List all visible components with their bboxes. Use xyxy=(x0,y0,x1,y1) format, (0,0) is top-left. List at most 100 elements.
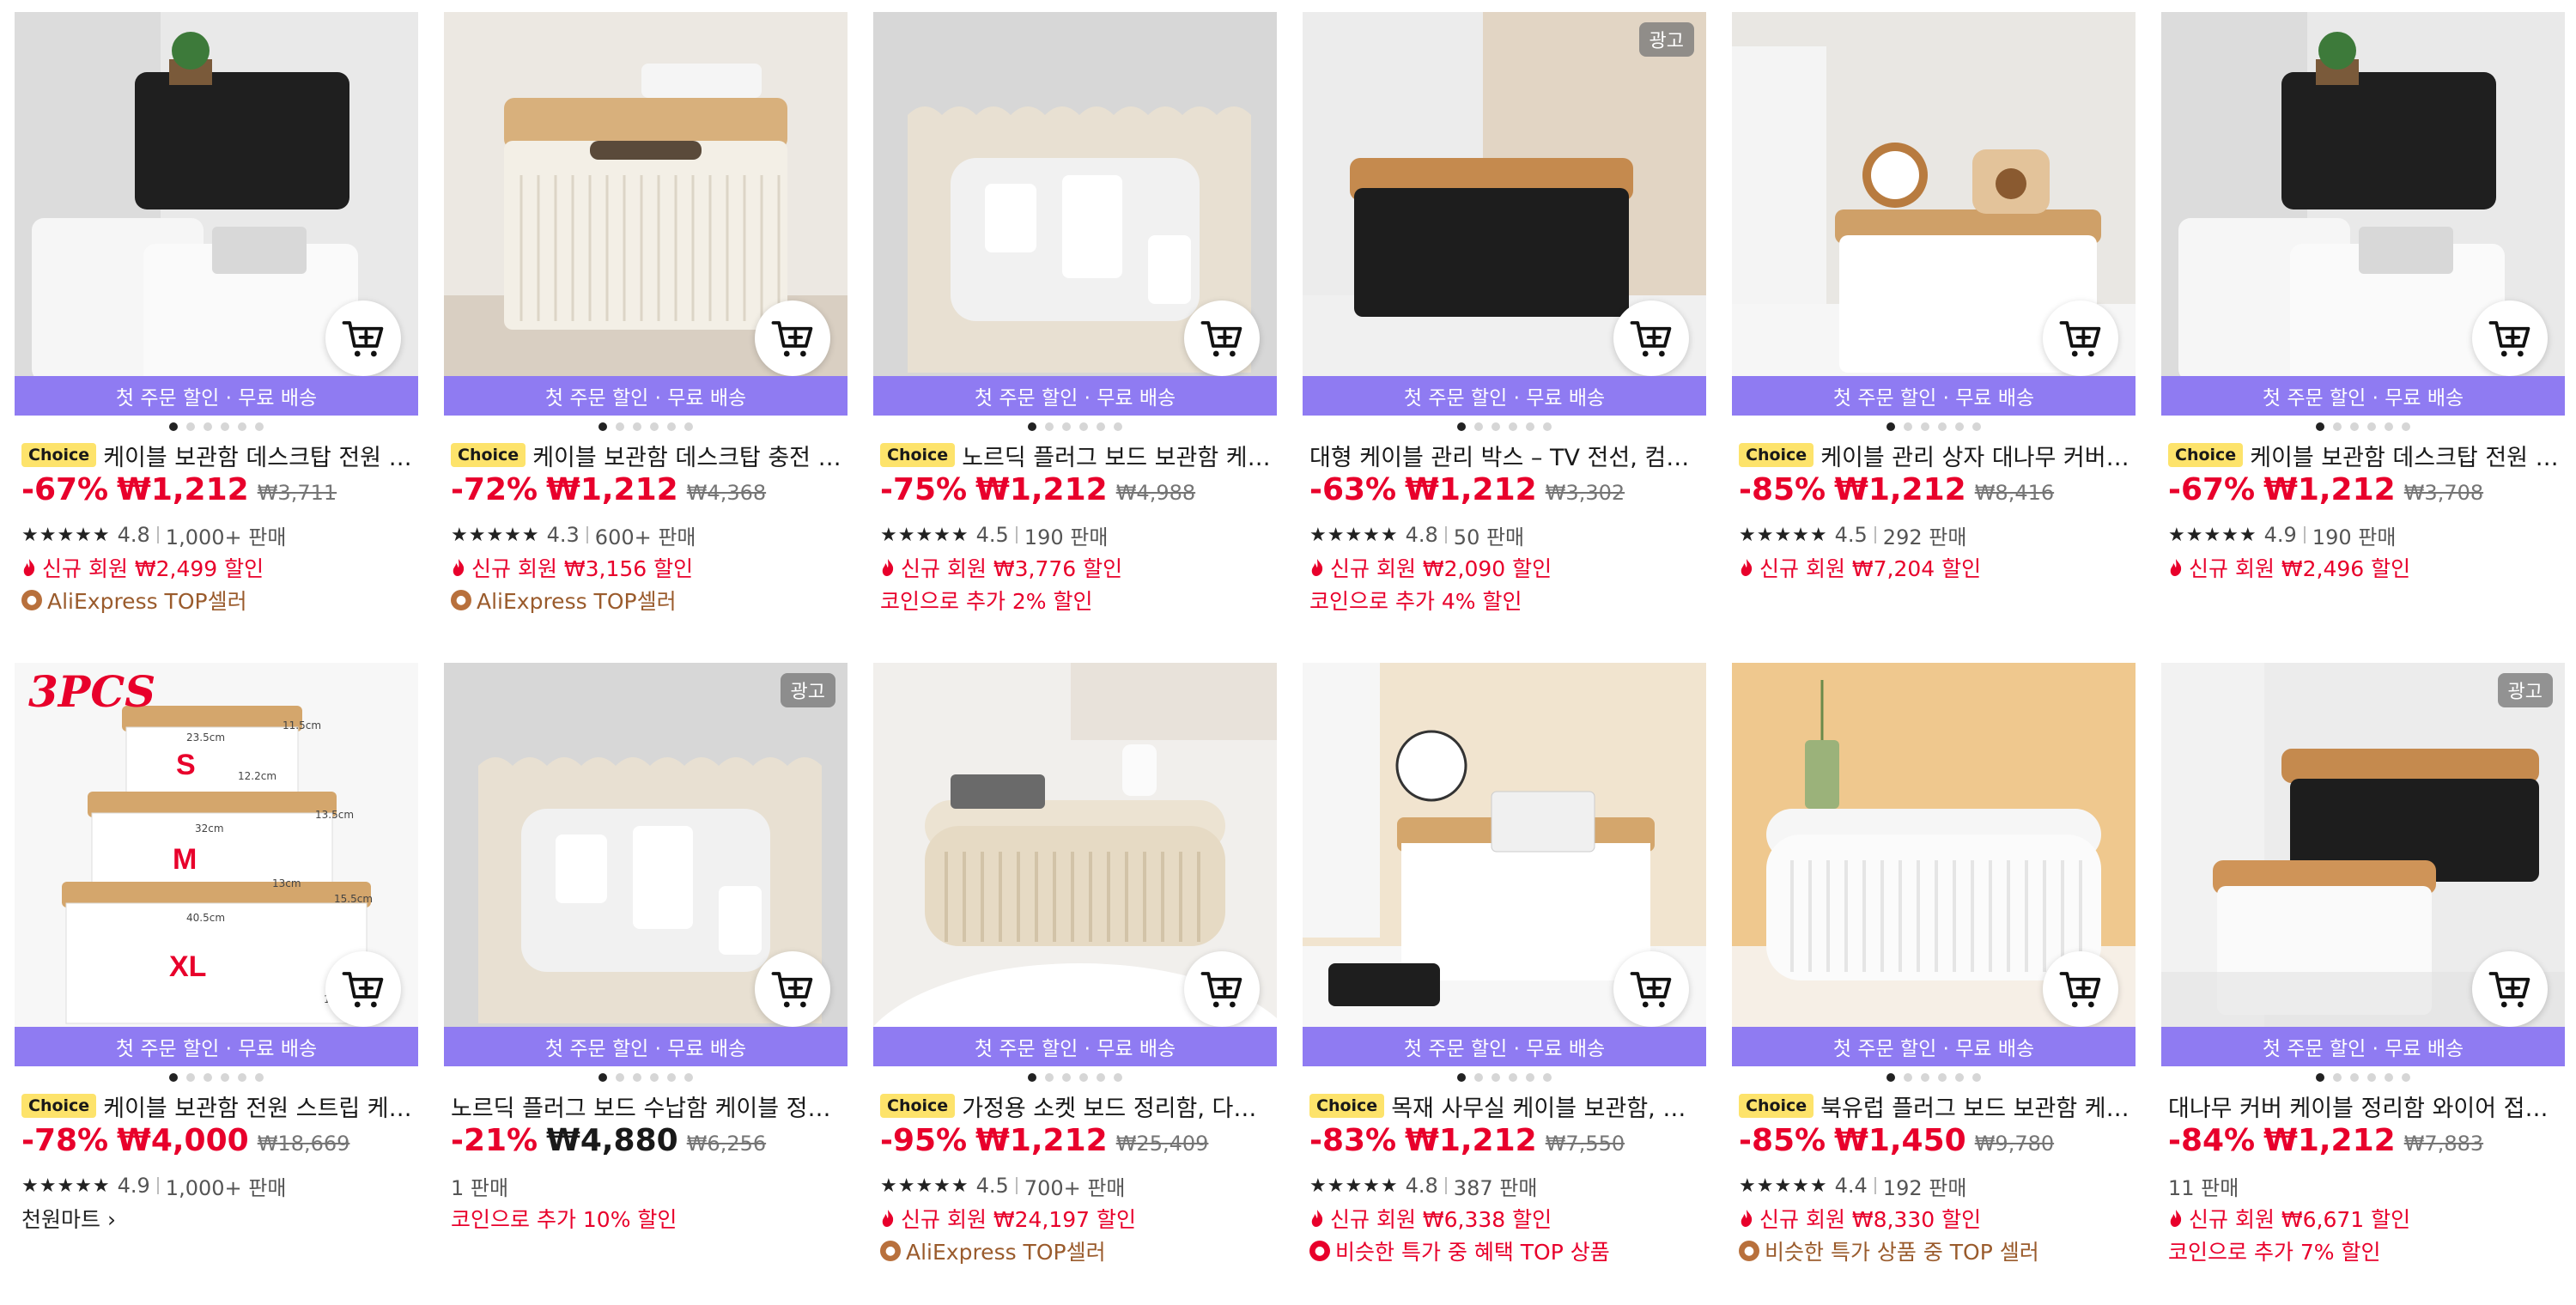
carousel-dot[interactable] xyxy=(186,1073,195,1082)
product-title[interactable]: 가정용 소켓 보드 정리함, 다기능 ... xyxy=(962,1090,1277,1123)
product-title-row[interactable]: Choice 케이블 관리 상자 대나무 커버 와이... xyxy=(1732,438,2136,472)
add-to-cart-button[interactable] xyxy=(325,300,401,376)
product-title-row[interactable]: Choice 케이블 보관함 데스크탑 충전 데이... xyxy=(444,438,848,472)
carousel-dot[interactable] xyxy=(1028,422,1036,431)
carousel-dot[interactable] xyxy=(1921,1073,1929,1082)
carousel-dot[interactable] xyxy=(633,1073,641,1082)
carousel-dot[interactable] xyxy=(2402,422,2410,431)
product-title[interactable]: 노르딕 플러그 보드 보관함 케이블... xyxy=(962,439,1277,472)
product-image[interactable]: 광고 첫 주문 할인 · 무료 배송 xyxy=(2161,663,2565,1066)
carousel-dot[interactable] xyxy=(650,422,659,431)
carousel-dot[interactable] xyxy=(1526,422,1534,431)
product-image[interactable]: 첫 주문 할인 · 무료 배송 xyxy=(2161,12,2565,416)
add-to-cart-button[interactable] xyxy=(2043,300,2118,376)
carousel-dot[interactable] xyxy=(2367,422,2376,431)
carousel-dot[interactable] xyxy=(204,422,212,431)
carousel-dot[interactable] xyxy=(186,422,195,431)
carousel-dots[interactable] xyxy=(2161,1066,2565,1089)
carousel-dot[interactable] xyxy=(684,422,693,431)
carousel-dots[interactable] xyxy=(444,1066,848,1089)
add-to-cart-button[interactable] xyxy=(2472,951,2548,1027)
product-title[interactable]: 북유럽 플러그 보드 보관함 케이블... xyxy=(1820,1090,2136,1123)
product-title-row[interactable]: Choice 케이블 보관함 데스크탑 전원 스트... xyxy=(2161,438,2565,472)
product-title-row[interactable]: Choice 케이블 보관함 전원 스트립 케이스... xyxy=(15,1089,418,1123)
product-card[interactable]: 첫 주문 할인 · 무료 배송 Choice 케이블 관리 상자 대나무 커버 … xyxy=(1732,0,2136,652)
add-to-cart-button[interactable] xyxy=(2043,951,2118,1027)
carousel-dot[interactable] xyxy=(616,1073,624,1082)
carousel-dot[interactable] xyxy=(2385,1073,2393,1082)
product-title-row[interactable]: 대나무 커버 케이블 정리함 와이어 접합 보... xyxy=(2161,1089,2565,1123)
carousel-dot[interactable] xyxy=(633,422,641,431)
carousel-dot[interactable] xyxy=(1062,1073,1071,1082)
carousel-dot[interactable] xyxy=(1097,422,1105,431)
product-title[interactable]: 케이블 보관함 데스크탑 충전 데이... xyxy=(532,439,848,472)
carousel-dots[interactable] xyxy=(15,416,418,438)
carousel-dot[interactable] xyxy=(169,422,178,431)
carousel-dot[interactable] xyxy=(667,1073,676,1082)
carousel-dot[interactable] xyxy=(238,1073,246,1082)
carousel-dot[interactable] xyxy=(2316,422,2324,431)
product-title[interactable]: 케이블 보관함 전원 스트립 케이스... xyxy=(103,1090,418,1123)
carousel-dot[interactable] xyxy=(1028,1073,1036,1082)
product-title-row[interactable]: 대형 케이블 관리 박스 – TV 전선, 컴퓨터, ... xyxy=(1303,438,1706,472)
carousel-dot[interactable] xyxy=(1543,422,1552,431)
carousel-dot[interactable] xyxy=(238,422,246,431)
carousel-dot[interactable] xyxy=(1509,1073,1517,1082)
product-title[interactable]: 대형 케이블 관리 박스 – TV 전선, 컴퓨터, ... xyxy=(1309,439,1706,472)
product-title-row[interactable]: Choice 목재 사무실 케이블 보관함, 전력선... xyxy=(1303,1089,1706,1123)
carousel-dot[interactable] xyxy=(1921,422,1929,431)
add-to-cart-button[interactable] xyxy=(1184,300,1260,376)
product-card[interactable]: 첫 주문 할인 · 무료 배송 Choice 케이블 보관함 데스크탑 전원 스… xyxy=(15,0,418,652)
carousel-dot[interactable] xyxy=(2402,1073,2410,1082)
product-card[interactable]: 광고 첫 주문 할인 · 무료 배송 대형 케이블 관리 박스 – TV 전선,… xyxy=(1303,0,1706,652)
carousel-dot[interactable] xyxy=(598,422,607,431)
add-to-cart-button[interactable] xyxy=(2472,300,2548,376)
carousel-dot[interactable] xyxy=(1045,1073,1054,1082)
carousel-dot[interactable] xyxy=(598,1073,607,1082)
product-title[interactable]: 노르딕 플러그 보드 수납함 케이블 정리함... xyxy=(451,1090,848,1123)
product-card[interactable]: 광고 첫 주문 할인 · 무료 배송 노르딕 플러그 보드 수납함 케이블 정리… xyxy=(444,652,848,1305)
carousel-dot[interactable] xyxy=(1938,422,1947,431)
carousel-dot[interactable] xyxy=(1509,422,1517,431)
carousel-dots[interactable] xyxy=(873,416,1277,438)
carousel-dot[interactable] xyxy=(1972,1073,1981,1082)
carousel-dot[interactable] xyxy=(1543,1073,1552,1082)
product-card[interactable]: 첫 주문 할인 · 무료 배송 Choice 케이블 보관함 데스크탑 전원 스… xyxy=(2161,0,2565,652)
store-link[interactable]: 천원마트 › xyxy=(15,1202,418,1235)
carousel-dots[interactable] xyxy=(1732,1066,2136,1089)
carousel-dot[interactable] xyxy=(1886,1073,1895,1082)
carousel-dot[interactable] xyxy=(1457,422,1466,431)
carousel-dot[interactable] xyxy=(684,1073,693,1082)
product-title[interactable]: 대나무 커버 케이블 정리함 와이어 접합 보... xyxy=(2168,1090,2565,1123)
carousel-dot[interactable] xyxy=(221,422,229,431)
product-image[interactable]: 첫 주문 할인 · 무료 배송 xyxy=(444,12,848,416)
product-image[interactable]: 첫 주문 할인 · 무료 배송 xyxy=(15,12,418,416)
product-card[interactable]: 첫 주문 할인 · 무료 배송 Choice 케이블 보관함 데스크탑 충전 데… xyxy=(444,0,848,652)
carousel-dot[interactable] xyxy=(255,422,264,431)
product-card[interactable]: 첫 주문 할인 · 무료 배송 Choice 목재 사무실 케이블 보관함, 전… xyxy=(1303,652,1706,1305)
product-card[interactable]: 첫 주문 할인 · 무료 배송 Choice 노르딕 플러그 보드 보관함 케이… xyxy=(873,0,1277,652)
carousel-dots[interactable] xyxy=(1303,416,1706,438)
carousel-dots[interactable] xyxy=(2161,416,2565,438)
carousel-dot[interactable] xyxy=(1045,422,1054,431)
carousel-dots[interactable] xyxy=(873,1066,1277,1089)
carousel-dot[interactable] xyxy=(2367,1073,2376,1082)
product-image[interactable]: 첫 주문 할인 · 무료 배송 xyxy=(873,663,1277,1066)
carousel-dot[interactable] xyxy=(1097,1073,1105,1082)
product-title-row[interactable]: Choice 가정용 소켓 보드 정리함, 다기능 ... xyxy=(873,1089,1277,1123)
carousel-dot[interactable] xyxy=(2350,422,2359,431)
carousel-dot[interactable] xyxy=(2316,1073,2324,1082)
carousel-dot[interactable] xyxy=(1474,1073,1483,1082)
product-title[interactable]: 목재 사무실 케이블 보관함, 전력선... xyxy=(1391,1090,1706,1123)
add-to-cart-button[interactable] xyxy=(755,951,830,1027)
carousel-dots[interactable] xyxy=(1303,1066,1706,1089)
carousel-dots[interactable] xyxy=(444,416,848,438)
add-to-cart-button[interactable] xyxy=(1613,951,1689,1027)
product-image[interactable]: 첫 주문 할인 · 무료 배송 xyxy=(873,12,1277,416)
add-to-cart-button[interactable] xyxy=(1184,951,1260,1027)
carousel-dots[interactable] xyxy=(1732,416,2136,438)
carousel-dot[interactable] xyxy=(255,1073,264,1082)
carousel-dot[interactable] xyxy=(2333,422,2342,431)
carousel-dot[interactable] xyxy=(1079,1073,1088,1082)
product-card[interactable]: 첫 주문 할인 · 무료 배송 Choice 가정용 소켓 보드 정리함, 다기… xyxy=(873,652,1277,1305)
